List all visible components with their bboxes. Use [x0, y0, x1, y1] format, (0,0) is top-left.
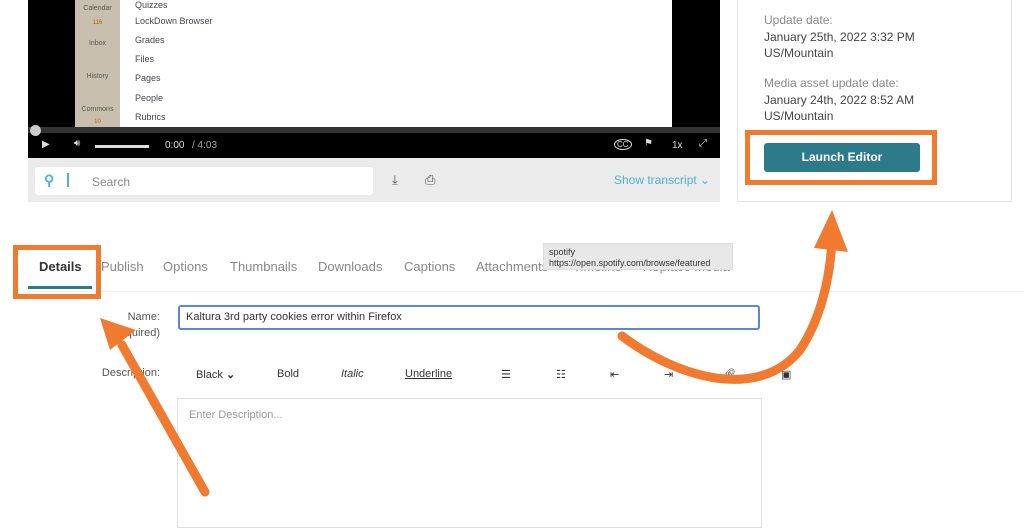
annotation-box: [13, 245, 101, 299]
canvas-sidebar: Calendar 116 Inbox History Commons 10: [75, 0, 120, 127]
update-date-label: Update date:: [764, 13, 833, 27]
course-nav-item: Quizzes: [135, 0, 168, 10]
sidebar-calendar: Calendar: [83, 5, 112, 12]
tab-downloads[interactable]: Downloads: [318, 259, 382, 274]
name-label: Name: (required): [100, 309, 160, 341]
asset-date-value: January 24th, 2022 8:52 AM: [764, 93, 915, 107]
player-controls: ▶ 🔊︎ 0:00 / 4:03 CC ⚑ 1x ⤢: [28, 135, 720, 158]
sidebar-history: History: [86, 73, 109, 80]
name-label-text: Name:: [127, 311, 160, 323]
cursor: [67, 173, 69, 187]
play-icon[interactable]: ▶: [42, 139, 50, 150]
asset-date-label: Media asset update date:: [764, 76, 899, 90]
update-date-tz: US/Mountain: [764, 46, 834, 60]
video-frame: Calendar 116 Inbox History Commons 10 Qu…: [75, 0, 672, 127]
show-transcript-button[interactable]: Show transcript ⌄: [614, 173, 710, 187]
bullet-list-icon[interactable]: ☷: [556, 368, 566, 381]
progress-bar[interactable]: [28, 127, 720, 133]
course-nav-item: People: [135, 93, 164, 103]
tab-options[interactable]: Options: [163, 259, 208, 274]
link-icon[interactable]: 🔗︎: [722, 368, 736, 381]
asset-date-tz: US/Mountain: [764, 109, 834, 123]
course-nav-item: Grades: [135, 35, 165, 45]
current-time: 0:00: [165, 140, 185, 151]
download-icon[interactable]: ⤓: [392, 172, 398, 188]
color-select[interactable]: Black ⌄: [196, 368, 235, 381]
ordered-list-icon[interactable]: ☰: [501, 368, 511, 381]
search-input[interactable]: ⚲ Search: [35, 167, 373, 195]
commons-badge: 10: [94, 119, 101, 125]
image-icon[interactable]: ▣: [781, 368, 791, 381]
required-label: (required): [112, 327, 160, 339]
underline-button[interactable]: Underline: [405, 368, 452, 380]
total-time: / 4:03: [192, 140, 218, 151]
tab-attachments[interactable]: Attachments: [476, 259, 548, 274]
description-textarea[interactable]: Enter Description...: [177, 398, 762, 528]
show-transcript-label: Show transcript: [614, 173, 697, 187]
tab-thumbnails[interactable]: Thumbnails: [230, 259, 297, 274]
print-icon[interactable]: ⎙: [425, 172, 435, 188]
color-value: Black: [196, 369, 223, 381]
chevron-down-icon: ⌄: [700, 173, 711, 187]
transcript-bar: ⚲ Search ⤓ ⎙ Show transcript ⌄: [28, 158, 720, 202]
cc-icon[interactable]: CC: [614, 139, 632, 150]
fullscreen-icon[interactable]: ⤢: [699, 138, 707, 149]
launch-editor-button[interactable]: Launch Editor: [764, 143, 920, 172]
chevron-down-icon: ⌄: [225, 369, 236, 381]
outdent-icon[interactable]: ⇤: [610, 368, 619, 381]
flag-icon[interactable]: ⚑: [644, 138, 653, 149]
tooltip-url: https://open.spotify.com/browse/featured: [549, 258, 711, 268]
arrowhead-icon: [814, 210, 848, 252]
media-info-panel: Update date: January 25th, 2022 3:32 PM …: [737, 0, 1012, 202]
speed-button[interactable]: 1x: [672, 140, 683, 151]
search-placeholder: Search: [92, 175, 131, 189]
course-nav-item: Pages: [135, 73, 161, 83]
course-nav-item: Files: [135, 54, 155, 64]
indent-icon[interactable]: ⇥: [664, 368, 673, 381]
course-nav-item: LockDown Browser: [135, 16, 213, 26]
sidebar-inbox: Inbox: [88, 40, 107, 47]
name-input[interactable]: Kaltura 3rd party cookies error within F…: [178, 305, 760, 330]
course-nav-item: Rubrics: [135, 112, 166, 122]
sidebar-commons: Commons: [81, 106, 114, 113]
link-tooltip: spotify https://open.spotify.com/browse/…: [543, 243, 733, 270]
inbox-badge: 116: [92, 20, 103, 26]
volume-slider[interactable]: [95, 145, 149, 148]
update-date-value: January 25th, 2022 3:32 PM: [764, 30, 915, 44]
tab-publish[interactable]: Publish: [101, 259, 144, 274]
description-label: Description:: [101, 367, 160, 379]
volume-icon[interactable]: 🔊︎: [74, 138, 80, 149]
search-icon: ⚲: [44, 172, 55, 188]
tab-captions[interactable]: Captions: [404, 259, 455, 274]
video-player[interactable]: Calendar 116 Inbox History Commons 10 Qu…: [28, 0, 720, 158]
tab-divider: [28, 291, 1024, 292]
tooltip-title: spotify: [549, 247, 576, 257]
bold-button[interactable]: Bold: [277, 368, 299, 380]
italic-button[interactable]: Italic: [341, 368, 364, 380]
